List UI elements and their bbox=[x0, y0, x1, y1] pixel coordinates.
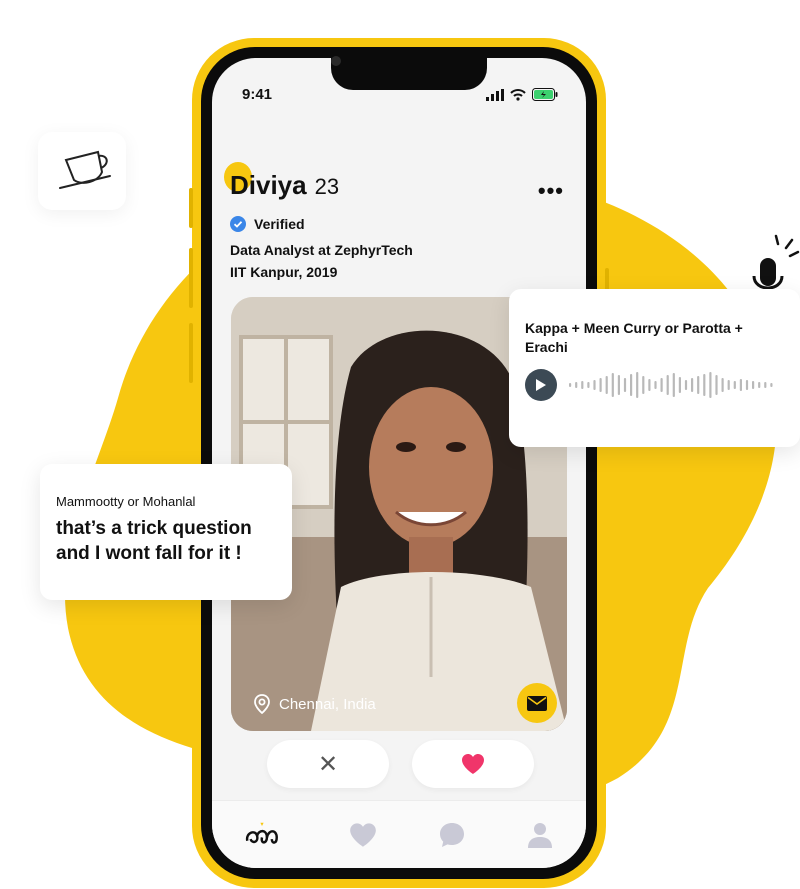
bottom-tab-bar bbox=[212, 800, 586, 868]
phone-side-button bbox=[189, 248, 193, 308]
tab-profile[interactable] bbox=[522, 817, 558, 853]
prompt-question: Mammootty or Mohanlal bbox=[56, 494, 196, 509]
location-label: Chennai, India bbox=[279, 695, 376, 713]
waveform-bar bbox=[599, 378, 602, 392]
signal-icon bbox=[486, 88, 504, 101]
front-camera bbox=[331, 56, 341, 66]
waveform-bar bbox=[721, 378, 724, 392]
phone-bezel: 9:41 Diviya 23 ••• Verified Data Analyst… bbox=[201, 47, 597, 879]
voice-prompt-text: Kappa + Meen Curry or Parotta + Erachi bbox=[525, 320, 743, 355]
play-button[interactable] bbox=[525, 369, 557, 401]
waveform-bar bbox=[684, 380, 688, 390]
tab-home[interactable] bbox=[244, 817, 280, 853]
waveform-bar bbox=[678, 377, 681, 393]
waveform-bar bbox=[611, 373, 614, 397]
waveform-bar bbox=[739, 379, 742, 391]
phone-side-button bbox=[189, 323, 193, 383]
profile-header: Diviya 23 bbox=[224, 162, 340, 201]
waveform-bar bbox=[581, 381, 584, 389]
battery-icon bbox=[532, 88, 558, 101]
waveform-bar bbox=[715, 375, 718, 395]
play-icon bbox=[536, 379, 546, 391]
mail-icon bbox=[527, 695, 547, 711]
verified-label: Verified bbox=[254, 216, 305, 232]
heart-icon bbox=[350, 823, 376, 847]
phone-frame: 9:41 Diviya 23 ••• Verified Data Analyst… bbox=[189, 38, 609, 888]
waveform-bar bbox=[752, 381, 755, 389]
audio-waveform[interactable] bbox=[569, 369, 779, 401]
chat-bubble-icon bbox=[440, 823, 464, 847]
waveform-bar bbox=[593, 380, 596, 390]
more-dots-icon[interactable]: ••• bbox=[538, 178, 564, 204]
status-icons bbox=[486, 88, 558, 101]
waveform-bar bbox=[630, 374, 633, 396]
wifi-icon bbox=[510, 88, 526, 101]
waveform-bar bbox=[764, 382, 767, 388]
voice-prompt-card: Kappa + Meen Curry or Parotta + Erachi bbox=[509, 289, 800, 447]
waveform-bar bbox=[727, 380, 730, 390]
profile-age: 23 bbox=[314, 174, 340, 199]
quote-prompt-card: Mammootty or Mohanlal that’s a trick que… bbox=[40, 464, 292, 600]
waveform-bar bbox=[745, 380, 749, 390]
waveform-bar bbox=[697, 376, 700, 394]
waveform-bar bbox=[623, 378, 627, 392]
waveform-bar bbox=[642, 376, 645, 394]
phone-notch bbox=[331, 58, 487, 90]
location-pin-icon bbox=[254, 694, 270, 714]
tab-chats[interactable] bbox=[434, 817, 470, 853]
verified-badge: Verified bbox=[230, 216, 305, 232]
reject-button[interactable]: ✕ bbox=[267, 740, 389, 788]
waveform-bar bbox=[587, 382, 590, 388]
waveform-bar bbox=[648, 379, 651, 391]
waveform-bar bbox=[660, 378, 663, 392]
like-button[interactable] bbox=[412, 740, 534, 788]
waveform-bar bbox=[617, 375, 620, 395]
profile-name: Diviya bbox=[230, 170, 307, 200]
waveform-bar bbox=[758, 382, 761, 388]
heart-icon bbox=[462, 754, 484, 774]
prompt-answer: that’s a trick question and I wont fall … bbox=[56, 518, 252, 564]
status-time: 9:41 bbox=[242, 86, 273, 103]
user-icon bbox=[528, 823, 552, 848]
tea-cup-icon bbox=[59, 150, 111, 189]
waveform-bar bbox=[654, 381, 657, 389]
waveform-bar bbox=[575, 382, 578, 388]
waveform-bar bbox=[636, 372, 639, 398]
waveform-bar bbox=[733, 381, 736, 389]
waveform-bar bbox=[569, 383, 572, 387]
phone-screen: 9:41 Diviya 23 ••• Verified Data Analyst… bbox=[212, 58, 586, 868]
waveform-bar bbox=[709, 372, 712, 398]
message-button[interactable] bbox=[517, 683, 557, 723]
profile-education: IIT Kanpur, 2019 bbox=[230, 264, 338, 280]
phone-side-button bbox=[189, 188, 193, 228]
location-tag: Chennai, India bbox=[253, 694, 376, 714]
waveform-bar bbox=[666, 375, 669, 395]
waveform-bar bbox=[672, 373, 675, 397]
app-logo-icon bbox=[245, 822, 278, 844]
waveform-bar bbox=[703, 374, 706, 396]
tab-likes[interactable] bbox=[345, 817, 381, 853]
verified-check-icon bbox=[230, 216, 246, 232]
waveform-bar bbox=[691, 378, 694, 392]
close-icon: ✕ bbox=[317, 750, 339, 778]
profile-job: Data Analyst at ZephyrTech bbox=[230, 242, 413, 258]
waveform-bar bbox=[605, 376, 608, 394]
waveform-bar bbox=[770, 383, 773, 387]
